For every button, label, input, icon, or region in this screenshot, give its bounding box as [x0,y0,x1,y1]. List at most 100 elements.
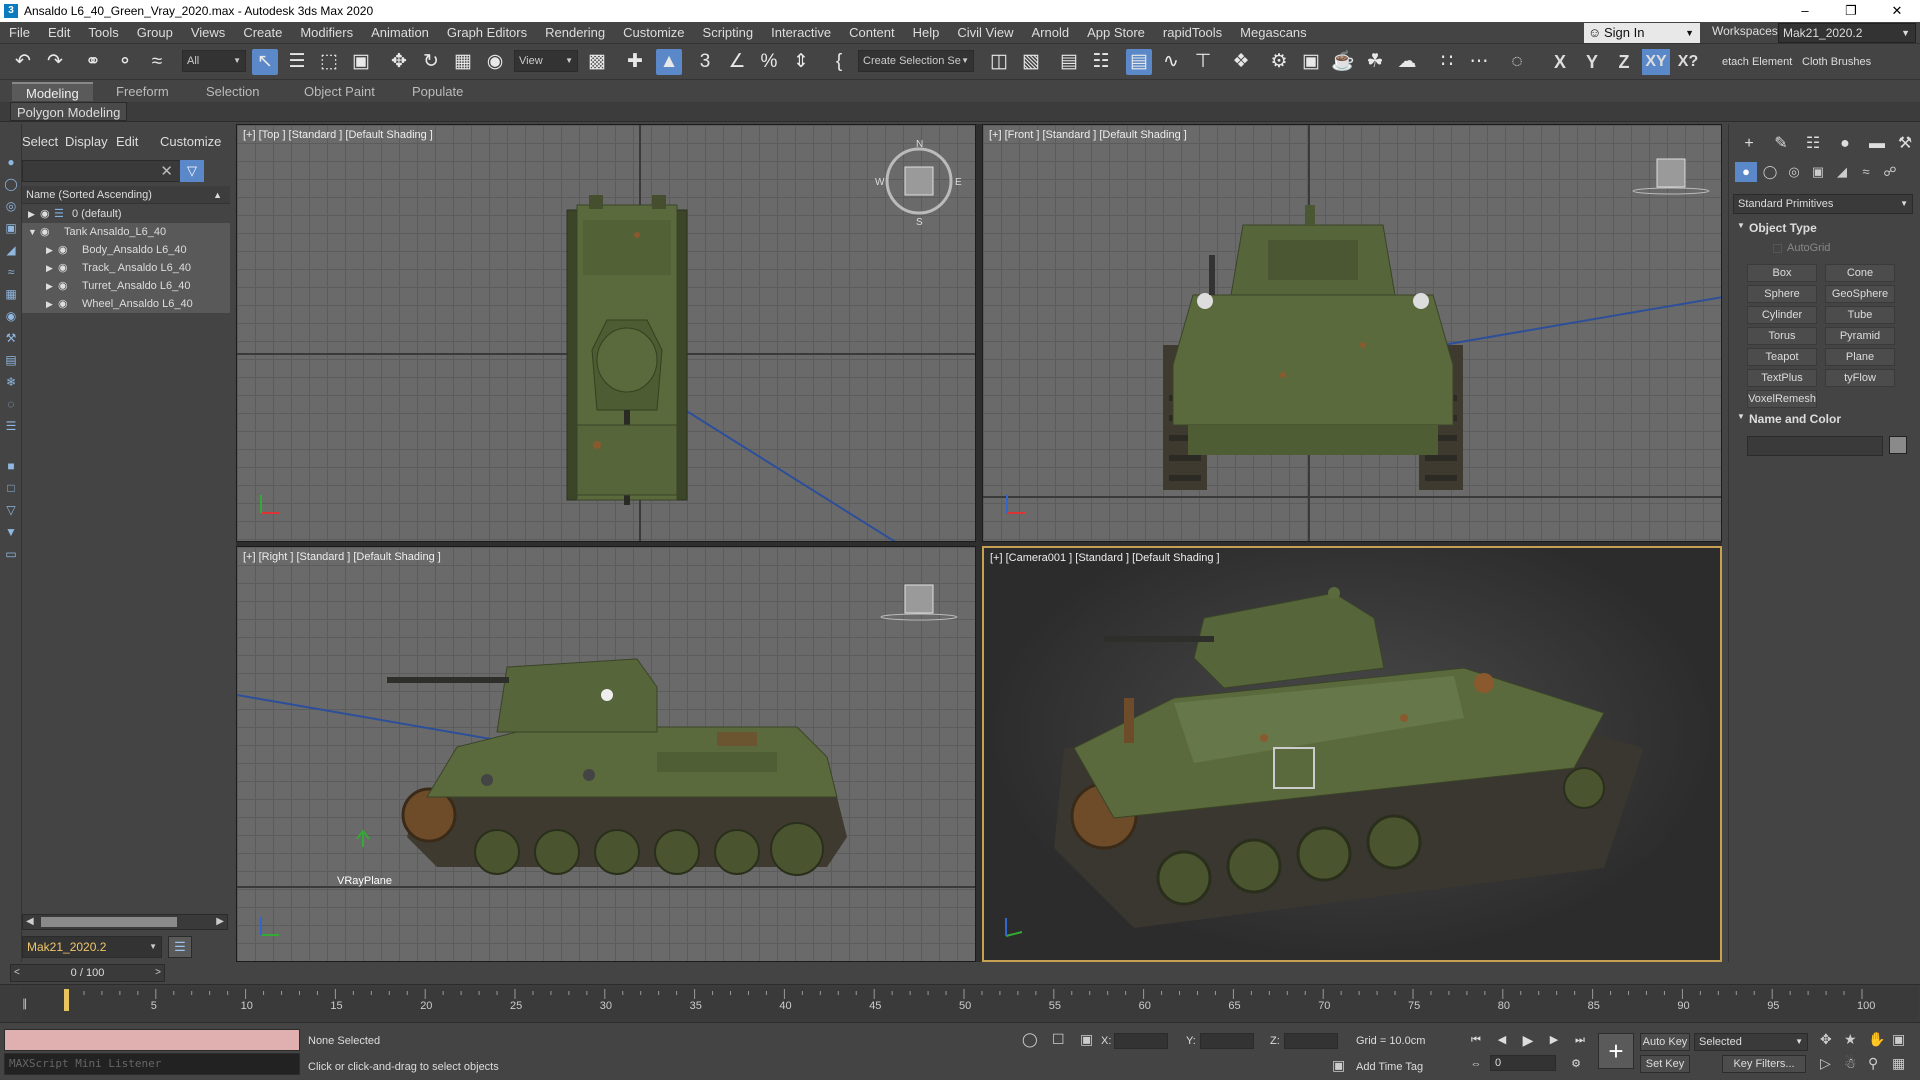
move-icon[interactable]: ✥ [386,49,412,75]
window-crossing-icon[interactable]: ▣ [348,49,374,75]
scroll-left-icon[interactable]: ◀ [26,915,34,929]
reference-coordinate-dropdown[interactable]: View ▼ [514,50,578,72]
folder-icon[interactable]: ▭ [3,546,19,562]
maximize-viewport-icon[interactable]: ▣ [1892,1031,1905,1048]
invert-display-icon[interactable]: □ [3,480,19,496]
menu-tools[interactable]: Tools [79,25,127,40]
display-all-icon[interactable]: ■ [3,458,19,474]
maxscript-output[interactable] [4,1029,300,1051]
top-viewport-label[interactable]: [+] [Top ] [Standard ] [Default Shading … [243,129,433,141]
teapot-button[interactable]: Teapot [1747,348,1817,366]
axis-x-button[interactable]: X [1546,49,1574,75]
object-type-rollout[interactable]: ▼ Object Type [1733,221,1913,235]
layers-filter-icon[interactable]: ☰ [3,418,19,434]
axis-z-button[interactable]: Z [1610,49,1638,75]
current-frame-field[interactable]: 0 [1490,1055,1556,1071]
curve-editor-icon[interactable]: ∿ [1158,49,1184,75]
dotted-line-icon[interactable]: ⋯ [1466,49,1492,75]
spinner-snap-icon[interactable]: ⇕ [788,49,814,75]
selection-filter-dropdown[interactable]: All ▼ [182,50,246,72]
toggle-ribbon-icon[interactable]: ▤ [1126,49,1152,75]
pan-view-icon[interactable]: ✋ [1868,1031,1885,1048]
redo-icon[interactable]: ↷ [42,49,68,75]
toggle-layer-explorer-icon[interactable]: ☷ [1088,49,1114,75]
top-viewport[interactable]: [+] [Top ] [Standard ] [Default Shading … [236,124,976,542]
restore-icon[interactable]: ❐ [1828,0,1874,22]
render-iterative-icon[interactable]: ☘ [1362,49,1388,75]
frozen-filter-icon[interactable]: ❄ [3,374,19,390]
menu-group[interactable]: Group [128,25,182,40]
menu-app-store[interactable]: App Store [1078,25,1154,40]
previous-frame-icon[interactable]: ◀ [1492,1031,1512,1049]
axis-y-button[interactable]: Y [1578,49,1606,75]
utilities-tab-icon[interactable]: ⚒ [1893,132,1917,156]
snaps-toggle-icon[interactable]: 3 [692,49,718,75]
axis-xy-button[interactable]: XY [1642,49,1670,75]
menu-interactive[interactable]: Interactive [762,25,840,40]
layers-icon[interactable]: ☰ [168,936,192,958]
scene-tree-row[interactable]: ▶ ◉ 0 (default) ☰ [22,205,230,223]
camera-viewport[interactable]: [+] [Camera001 ] [Standard ] [Default Sh… [982,546,1722,962]
scene-column-header[interactable]: Name (Sorted Ascending) ▲ [22,186,230,204]
polygon-modeling-panel[interactable]: Polygon Modeling [10,102,128,121]
geometry-filter-icon[interactable]: ● [3,154,19,170]
menu-scripting[interactable]: Scripting [694,25,763,40]
scene-tree-row[interactable]: ▶ ◉ Wheel_Ansaldo L6_40 [22,295,230,313]
geometry-icon[interactable]: ● [1735,162,1757,182]
cone-button[interactable]: Cone [1825,264,1895,282]
time-slider[interactable]: < 0 / 100 > [10,964,165,982]
menu-rapidtools[interactable]: rapidTools [1154,25,1231,40]
object-color-swatch[interactable] [1889,436,1907,454]
keyboard-shortcut-override-icon[interactable]: ▲ [656,49,682,75]
close-icon[interactable]: ✕ [1874,0,1920,22]
menu-file[interactable]: File [0,25,39,40]
pyramid-button[interactable]: Pyramid [1825,327,1895,345]
time-cursor[interactable] [64,989,69,1011]
hidden-filter-icon[interactable]: ◌ [3,396,19,412]
select-by-name-icon[interactable]: ☰ [284,49,310,75]
primitive-type-dropdown[interactable]: Standard Primitives ▼ [1733,194,1913,214]
sphere-button[interactable]: Sphere [1747,285,1817,303]
bind-spacewarp-icon[interactable]: ≈ [144,49,170,75]
voxelremesh-button[interactable]: VoxelRemesh [1747,390,1817,408]
toggle-scene-explorer-icon[interactable]: ▤ [1056,49,1082,75]
collapse-icon[interactable]: ▼ [28,223,37,241]
percent-snap-icon[interactable]: % [756,49,782,75]
shapes-icon[interactable]: ◯ [1759,162,1781,182]
menu-help[interactable]: Help [904,25,949,40]
go-to-start-icon[interactable]: ⏮ [1466,1031,1486,1049]
set-keys-icon[interactable]: + [1598,1033,1634,1069]
edit-named-selection-icon[interactable]: { [826,49,852,75]
track-bar[interactable]: 5 10 15 20 25 30 35 40 45 50 55 60 65 70 75 80 85 90 95 100… [0,984,1920,1022]
helpers-icon[interactable]: ◢ [1831,162,1853,182]
shapes-filter-icon[interactable]: ◯ [3,176,19,192]
right-viewport[interactable]: [+] [Right ] [Standard ] [Default Shadin… [236,546,976,962]
tyflow-button[interactable]: tyFlow [1825,369,1895,387]
lights-filter-icon[interactable]: ◎ [3,198,19,214]
menu-civil-view[interactable]: Civil View [948,25,1022,40]
cameras-icon[interactable]: ▣ [1807,162,1829,182]
render-setup-icon[interactable]: ⚙ [1266,49,1292,75]
torus-button[interactable]: Torus [1747,327,1817,345]
motion-tab-icon[interactable]: ● [1833,132,1857,156]
absolute-mode-icon[interactable]: ▣ [1080,1031,1093,1048]
rectangular-region-icon[interactable]: ⬚ [316,49,342,75]
set-key-button[interactable]: Set Key [1640,1055,1690,1073]
menu-customize[interactable]: Customize [614,25,693,40]
scene-tree-row[interactable]: ▶ ◉ Turret_Ansaldo L6_40 [22,277,230,295]
visibility-eye-icon[interactable]: ◉ [40,223,50,241]
key-filter-dropdown[interactable]: Selected ▼ [1694,1033,1808,1051]
align-icon[interactable]: ▧ [1018,49,1044,75]
filter-combo-icon[interactable]: ▼ [3,524,19,540]
menu-megascans[interactable]: Megascans [1231,25,1315,40]
angle-snap-icon[interactable]: ∠ [724,49,750,75]
visibility-eye-icon[interactable]: ◉ [40,205,50,223]
minimize-icon[interactable]: – [1782,0,1828,22]
cloth-brushes-button[interactable]: Cloth Brushes [1802,56,1871,68]
scrollbar-thumb[interactable] [41,917,177,927]
spacewarps-filter-icon[interactable]: ≈ [3,264,19,280]
scene-tab-display[interactable]: Display [65,134,108,149]
x-coord-field[interactable] [1114,1033,1168,1049]
field-of-view-icon[interactable]: ▷ [1820,1055,1831,1072]
front-viewport-label[interactable]: [+] [Front ] [Standard ] [Default Shadin… [989,129,1187,141]
